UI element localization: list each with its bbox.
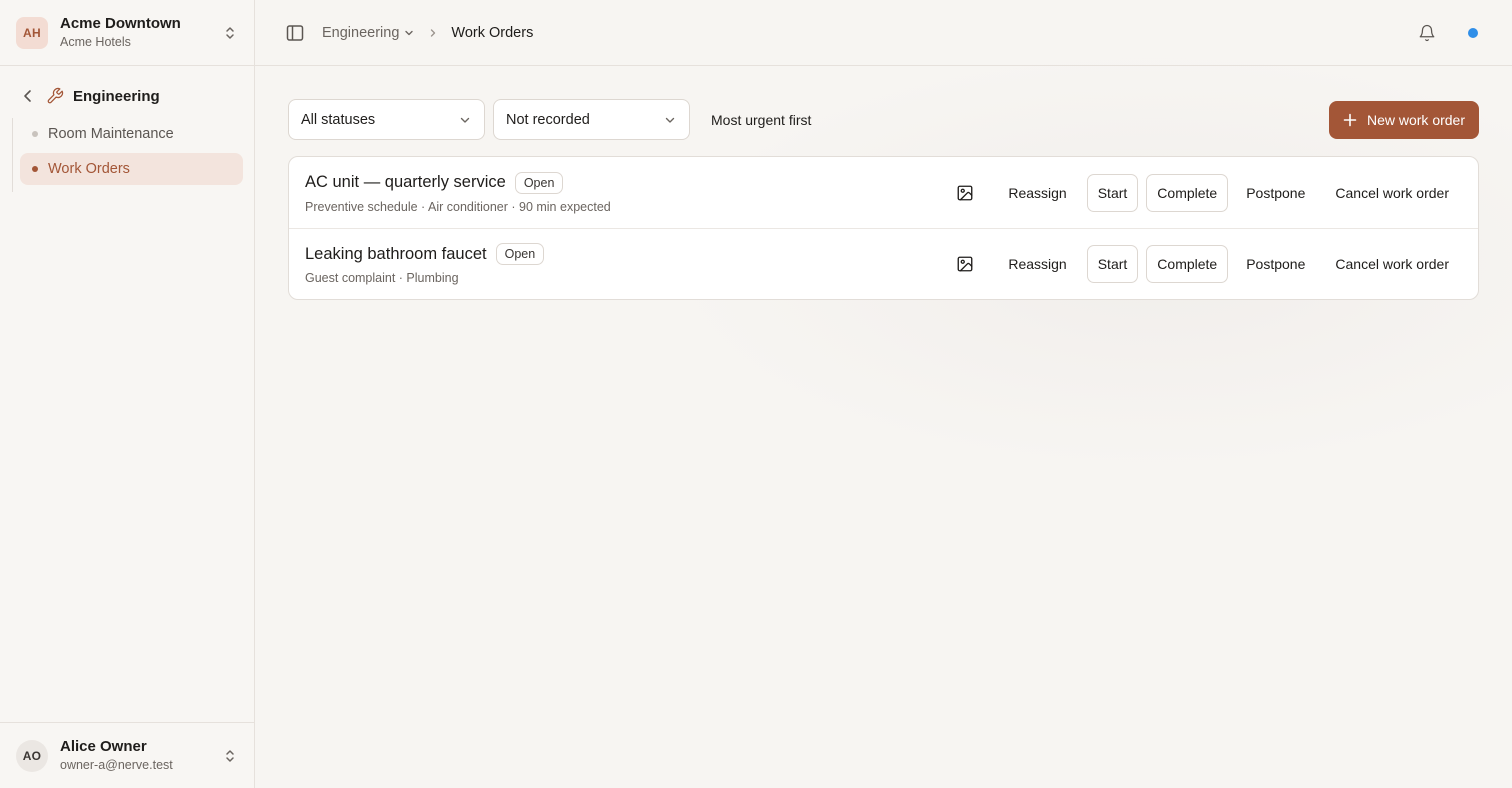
start-button[interactable]: Start [1086,173,1139,212]
work-order-meta: Guest complaint · Plumbing [305,271,459,285]
sidebar-item-label: Work Orders [48,161,130,177]
breadcrumb-parent[interactable]: Engineering [322,25,399,41]
user-text: Alice Owner owner-a@nerve.test [60,738,222,773]
bell-icon[interactable] [1418,24,1436,42]
work-order-list: AC unit — quarterly service Open Prevent… [288,156,1479,300]
user-name: Alice Owner [60,738,147,755]
status-filter-select[interactable]: All statuses [288,99,485,140]
user-email: owner-a@nerve.test [60,758,173,772]
wrench-icon [47,87,64,104]
section-title: Engineering [73,87,160,105]
sidebar-item-label: Room Maintenance [48,126,174,142]
nav-dot [32,166,38,172]
org-subtitle: Acme Hotels [60,35,131,49]
sidebar: AH Acme Downtown Acme Hotels Engineering… [0,0,255,788]
sidebar-nav: Room Maintenance Work Orders [0,118,254,192]
status-badge: Open [495,243,545,265]
breadcrumb: Engineering Work Orders [322,25,533,41]
postpone-button[interactable]: Postpone [1236,174,1315,212]
new-work-order-button[interactable]: New work order [1328,100,1479,139]
filter-bar: All statuses Not recorded Most urgent fi… [288,99,1479,140]
chevron-down-icon [665,117,675,123]
user-menu[interactable]: AO Alice Owner owner-a@nerve.test [0,722,254,788]
status-badge: Open [514,171,564,194]
main-content: Engineering Work Orders All statuses Not… [255,0,1512,788]
row-actions: Reassign Start Complete Postpone Cancel … [956,173,1462,212]
sort-toggle[interactable]: Most urgent first [711,112,811,128]
image-icon[interactable] [956,184,974,202]
new-work-order-label: New work order [1366,111,1465,128]
work-order-meta: Preventive schedule · Air conditioner · … [305,199,611,214]
sidebar-item-work-orders[interactable]: Work Orders [20,153,243,185]
work-order-title-line: Leaking bathroom faucet Open [305,243,956,265]
postpone-button[interactable]: Postpone [1236,245,1315,283]
chevron-left-icon[interactable] [20,88,36,104]
start-button[interactable]: Start [1086,245,1139,283]
status-indicator [1468,27,1478,38]
org-avatar: AH [16,16,48,49]
image-icon[interactable] [956,255,974,273]
chevron-down-icon [460,117,470,123]
org-name: Acme Downtown [60,15,181,32]
nav-dot [32,131,38,137]
status-filter-value: All statuses [301,111,376,128]
sidebar-item-room-maintenance[interactable]: Room Maintenance [20,118,243,150]
top-bar: Engineering Work Orders [255,0,1512,66]
org-text: Acme Downtown Acme Hotels [60,15,222,50]
top-right-controls [1418,24,1482,42]
section-header: Engineering [0,82,254,110]
org-switcher[interactable]: AH Acme Downtown Acme Hotels [0,0,254,66]
work-order-info: Leaking bathroom faucet Open Guest compl… [305,243,956,285]
reassign-button[interactable]: Reassign [998,174,1076,212]
complete-button[interactable]: Complete [1146,173,1229,212]
cancel-work-order-button[interactable]: Cancel work order [1325,245,1459,283]
list-item: AC unit — quarterly service Open Prevent… [289,157,1478,228]
work-order-info: AC unit — quarterly service Open Prevent… [305,171,956,214]
cancel-work-order-button[interactable]: Cancel work order [1325,174,1459,212]
avatar: AO [16,739,48,772]
chevron-down-icon[interactable] [403,27,415,39]
complete-button[interactable]: Complete [1146,245,1229,283]
plus-icon [1343,113,1357,126]
work-order-title[interactable]: AC unit — quarterly service [305,173,506,192]
recorded-filter-select[interactable]: Not recorded [493,99,690,140]
recorded-filter-value: Not recorded [506,111,590,128]
chevrons-up-down-icon [226,26,234,39]
work-order-title-line: AC unit — quarterly service Open [305,171,956,194]
sidebar-toggle-icon[interactable] [285,23,305,43]
work-order-title[interactable]: Leaking bathroom faucet [305,245,487,264]
chevrons-up-down-icon [226,749,234,762]
chevron-right-icon [431,28,436,37]
reassign-button[interactable]: Reassign [998,245,1076,283]
list-item: Leaking bathroom faucet Open Guest compl… [289,228,1478,299]
nav-rail [12,118,13,192]
breadcrumb-current: Work Orders [451,24,534,41]
row-actions: Reassign Start Complete Postpone Cancel … [956,245,1462,283]
